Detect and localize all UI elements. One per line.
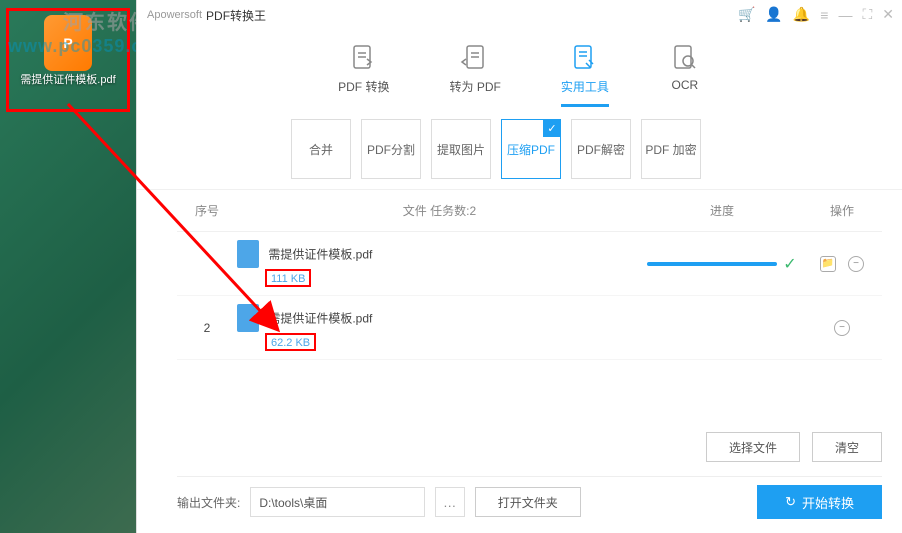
watermark-text-2: www.pc0359.cn: [8, 36, 154, 57]
nav-pdf-convert[interactable]: PDF 转换: [328, 34, 399, 105]
row-file: 需提供证件模板.pdf 111 KB: [237, 240, 642, 287]
row-file: 需提供证件模板.pdf 62.2 KB: [237, 304, 642, 351]
nav-tools[interactable]: 实用工具: [551, 34, 619, 105]
close-icon[interactable]: ✕: [882, 6, 894, 23]
footer-bar: 输出文件夹: … 打开文件夹 ↻ 开始转换: [177, 476, 882, 533]
nav-ocr-label: OCR: [672, 78, 699, 92]
sub-nav: 合并 PDF分割 提取图片 压缩PDF PDF解密 PDF 加密: [137, 105, 902, 189]
nav-pdf-convert-label: PDF 转换: [338, 78, 389, 95]
file-size-highlight: 62.2 KB: [265, 333, 316, 351]
output-folder-input[interactable]: [250, 487, 424, 517]
brand-text: Apowersoft: [147, 9, 202, 21]
nav-ocr[interactable]: OCR: [659, 34, 711, 105]
row-operations: 📁 −: [802, 256, 882, 272]
subtab-split[interactable]: PDF分割: [361, 119, 421, 179]
to-pdf-icon: [459, 42, 491, 74]
action-bar: 选择文件 清空: [177, 422, 882, 476]
minimize-icon[interactable]: —: [838, 7, 852, 23]
table-row: 1 需提供证件模板.pdf 111 KB ✓ 📁 −: [177, 232, 882, 296]
start-convert-label: 开始转换: [802, 493, 854, 512]
file-name: 需提供证件模板.pdf: [268, 248, 372, 262]
cart-icon[interactable]: 🛒: [738, 6, 755, 23]
clear-button[interactable]: 清空: [812, 432, 882, 462]
desktop-file-label: 需提供证件模板.pdf: [20, 73, 115, 87]
open-folder-icon[interactable]: 📁: [820, 256, 836, 272]
subtab-merge[interactable]: 合并: [291, 119, 351, 179]
row-progress: ✓: [642, 254, 802, 274]
header-file: 文件 任务数:2: [237, 202, 642, 219]
subtab-compress[interactable]: 压缩PDF: [501, 119, 561, 179]
titlebar: Apowersoft PDF转换王 🛒 👤 🔔 ≡ — ⛶ ✕: [137, 0, 902, 30]
file-list: 序号 文件 任务数:2 进度 操作 1 需提供证件模板.pdf 111 KB ✓…: [137, 189, 902, 533]
file-icon: [237, 240, 259, 268]
top-nav: PDF 转换 转为 PDF 实用工具 OCR: [137, 30, 902, 105]
table-row: 2 需提供证件模板.pdf 62.2 KB −: [177, 296, 882, 360]
select-file-button[interactable]: 选择文件: [706, 432, 800, 462]
progress-bar: [647, 262, 777, 266]
file-icon: [237, 304, 259, 332]
pdf-convert-icon: [348, 42, 380, 74]
header-progress: 进度: [642, 202, 802, 219]
bell-icon[interactable]: 🔔: [793, 6, 810, 23]
user-icon[interactable]: 👤: [765, 6, 782, 23]
remove-icon[interactable]: −: [848, 256, 864, 272]
tools-icon: [569, 42, 601, 74]
nav-tools-label: 实用工具: [561, 78, 609, 95]
table-header: 序号 文件 任务数:2 进度 操作: [177, 190, 882, 232]
desktop-background: P 需提供证件模板.pdf: [0, 0, 136, 533]
header-index: 序号: [177, 202, 237, 219]
row-index: 2: [177, 321, 237, 335]
subtab-encrypt[interactable]: PDF 加密: [641, 119, 701, 179]
maximize-icon[interactable]: ⛶: [862, 6, 872, 23]
app-window: Apowersoft PDF转换王 🛒 👤 🔔 ≡ — ⛶ ✕ PDF 转换 转…: [136, 0, 902, 533]
nav-to-pdf-label: 转为 PDF: [449, 78, 500, 95]
menu-icon[interactable]: ≡: [820, 7, 828, 23]
open-folder-button[interactable]: 打开文件夹: [475, 487, 581, 517]
row-operations: −: [802, 320, 882, 336]
app-title: PDF转换王: [206, 7, 266, 24]
browse-button[interactable]: …: [435, 487, 465, 517]
header-operation: 操作: [802, 202, 882, 219]
subtab-decrypt[interactable]: PDF解密: [571, 119, 631, 179]
file-size-highlight: 111 KB: [265, 269, 311, 287]
start-convert-button[interactable]: ↻ 开始转换: [757, 485, 882, 519]
refresh-icon: ↻: [785, 494, 796, 510]
ocr-icon: [669, 42, 701, 74]
output-folder-label: 输出文件夹:: [177, 494, 240, 511]
file-name: 需提供证件模板.pdf: [268, 312, 372, 326]
remove-icon[interactable]: −: [834, 320, 850, 336]
check-icon: ✓: [783, 254, 796, 274]
file-size: 111 KB: [271, 273, 305, 285]
nav-to-pdf[interactable]: 转为 PDF: [439, 34, 510, 105]
file-size: 62.2 KB: [271, 337, 310, 349]
subtab-extract[interactable]: 提取图片: [431, 119, 491, 179]
window-controls: 🛒 👤 🔔 ≡ — ⛶ ✕: [738, 6, 894, 23]
